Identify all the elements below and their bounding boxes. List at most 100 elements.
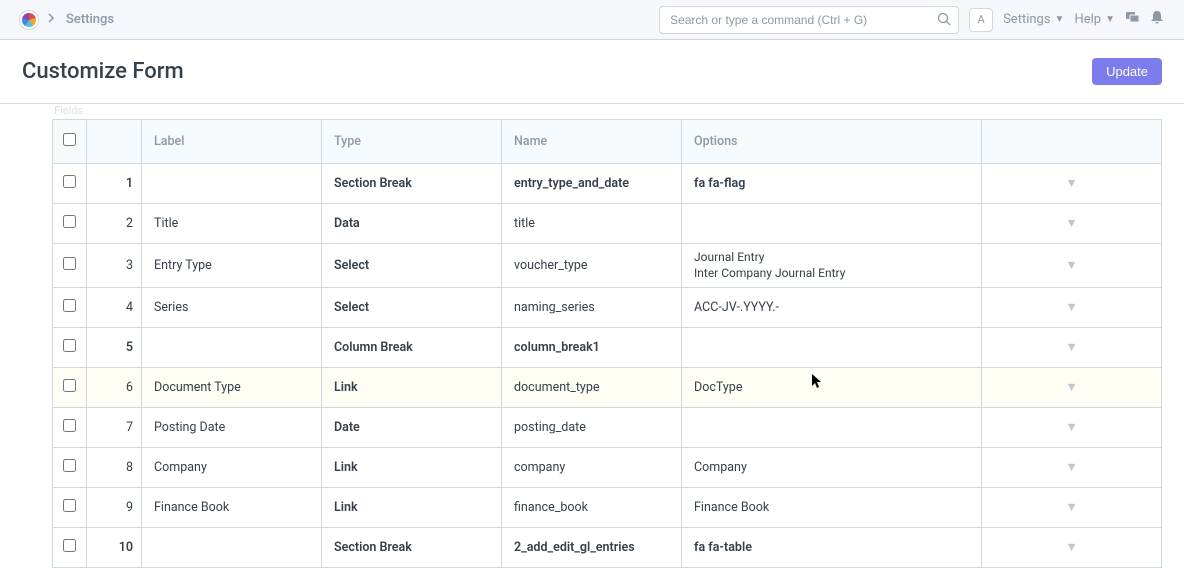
row-options[interactable]: Finance Book bbox=[682, 488, 982, 528]
row-checkbox-cell bbox=[53, 488, 87, 528]
row-options[interactable]: fa fa-flag bbox=[682, 164, 982, 204]
table-row[interactable]: 3Entry TypeSelectvoucher_typeJournal Ent… bbox=[53, 244, 1162, 288]
row-label[interactable] bbox=[142, 164, 322, 204]
row-name[interactable]: 2_add_edit_gl_entries bbox=[502, 528, 682, 568]
user-avatar[interactable]: A bbox=[969, 8, 993, 32]
row-options[interactable]: DocType bbox=[682, 368, 982, 408]
fields-table: Label Type Name Options 1Section Breaken… bbox=[52, 119, 1162, 568]
row-label[interactable]: Entry Type bbox=[142, 244, 322, 288]
row-name[interactable]: finance_book bbox=[502, 488, 682, 528]
row-name[interactable]: entry_type_and_date bbox=[502, 164, 682, 204]
table-row[interactable]: 4SeriesSelectnaming_seriesACC-JV-.YYYY.-… bbox=[53, 288, 1162, 328]
caret-down-icon[interactable]: ▼ bbox=[1065, 300, 1077, 315]
settings-dropdown[interactable]: Settings ▼ bbox=[1003, 12, 1064, 27]
caret-down-icon[interactable]: ▼ bbox=[1065, 176, 1077, 191]
row-checkbox[interactable] bbox=[63, 299, 76, 312]
row-checkbox-cell bbox=[53, 204, 87, 244]
row-name[interactable]: document_type bbox=[502, 368, 682, 408]
chevron-right-icon bbox=[48, 12, 56, 27]
table-row[interactable]: 5 Column Breakcolumn_break1 ▼ bbox=[53, 328, 1162, 368]
row-options[interactable]: fa fa-table bbox=[682, 528, 982, 568]
table-row[interactable]: 2TitleDatatitle ▼ bbox=[53, 204, 1162, 244]
row-type[interactable]: Link bbox=[322, 368, 502, 408]
row-index: 2 bbox=[87, 204, 142, 244]
row-type[interactable]: Date bbox=[322, 408, 502, 448]
table-row[interactable]: 6Document TypeLinkdocument_typeDocType▼ bbox=[53, 368, 1162, 408]
row-options[interactable]: ACC-JV-.YYYY.- bbox=[682, 288, 982, 328]
caret-down-icon[interactable]: ▼ bbox=[1065, 500, 1077, 515]
row-label[interactable] bbox=[142, 328, 322, 368]
row-label[interactable]: Document Type bbox=[142, 368, 322, 408]
row-label[interactable]: Finance Book bbox=[142, 488, 322, 528]
help-dropdown[interactable]: Help ▼ bbox=[1074, 12, 1115, 27]
row-options[interactable]: Journal EntryInter Company Journal Entry bbox=[682, 244, 982, 288]
row-actions: ▼ bbox=[982, 528, 1162, 568]
row-label[interactable]: Posting Date bbox=[142, 408, 322, 448]
caret-down-icon[interactable]: ▼ bbox=[1065, 460, 1077, 475]
row-options[interactable] bbox=[682, 204, 982, 244]
table-row[interactable]: 1Section Breakentry_type_and_datefa fa-f… bbox=[53, 164, 1162, 204]
caret-down-icon[interactable]: ▼ bbox=[1065, 380, 1077, 395]
row-checkbox[interactable] bbox=[63, 175, 76, 188]
row-checkbox[interactable] bbox=[63, 419, 76, 432]
row-options[interactable] bbox=[682, 408, 982, 448]
row-label[interactable] bbox=[142, 528, 322, 568]
select-all-checkbox[interactable] bbox=[63, 133, 76, 146]
table-row[interactable]: 10Section Break2_add_edit_gl_entriesfa f… bbox=[53, 528, 1162, 568]
update-button[interactable]: Update bbox=[1092, 58, 1162, 85]
row-type[interactable]: Section Break bbox=[322, 528, 502, 568]
table-row[interactable]: 7Posting DateDateposting_date▼ bbox=[53, 408, 1162, 448]
row-name[interactable]: posting_date bbox=[502, 408, 682, 448]
row-index: 9 bbox=[87, 488, 142, 528]
row-options[interactable] bbox=[682, 328, 982, 368]
row-index: 5 bbox=[87, 328, 142, 368]
caret-down-icon[interactable]: ▼ bbox=[1065, 420, 1077, 435]
row-type[interactable]: Select bbox=[322, 244, 502, 288]
row-name[interactable]: voucher_type bbox=[502, 244, 682, 288]
row-checkbox[interactable] bbox=[63, 339, 76, 352]
row-type[interactable]: Data bbox=[322, 204, 502, 244]
row-checkbox[interactable] bbox=[63, 499, 76, 512]
row-label[interactable]: Company bbox=[142, 448, 322, 488]
bell-icon[interactable] bbox=[1150, 10, 1164, 29]
row-type[interactable]: Select bbox=[322, 288, 502, 328]
row-type[interactable]: Section Break bbox=[322, 164, 502, 204]
app-logo[interactable] bbox=[20, 11, 38, 29]
caret-down-icon[interactable]: ▼ bbox=[1065, 216, 1077, 231]
header-type[interactable]: Type bbox=[322, 120, 502, 164]
chat-icon[interactable] bbox=[1125, 10, 1140, 29]
search-icon[interactable] bbox=[937, 12, 951, 30]
row-actions: ▼ bbox=[982, 328, 1162, 368]
table-row[interactable]: 8CompanyLinkcompanyCompany▼ bbox=[53, 448, 1162, 488]
row-name[interactable]: company bbox=[502, 448, 682, 488]
row-type[interactable]: Link bbox=[322, 488, 502, 528]
row-name[interactable]: column_break1 bbox=[502, 328, 682, 368]
row-actions: ▼ bbox=[982, 368, 1162, 408]
row-checkbox[interactable] bbox=[63, 539, 76, 552]
row-name[interactable]: naming_series bbox=[502, 288, 682, 328]
row-checkbox[interactable] bbox=[63, 215, 76, 228]
row-type[interactable]: Link bbox=[322, 448, 502, 488]
row-checkbox[interactable] bbox=[63, 379, 76, 392]
header-name[interactable]: Name bbox=[502, 120, 682, 164]
breadcrumb-settings[interactable]: Settings bbox=[66, 12, 114, 27]
search-input[interactable] bbox=[659, 6, 959, 34]
row-checkbox-cell bbox=[53, 448, 87, 488]
row-checkbox-cell bbox=[53, 368, 87, 408]
caret-down-icon[interactable]: ▼ bbox=[1065, 258, 1077, 273]
caret-down-icon: ▼ bbox=[1105, 14, 1115, 25]
header-options[interactable]: Options bbox=[682, 120, 982, 164]
row-type[interactable]: Column Break bbox=[322, 328, 502, 368]
caret-down-icon[interactable]: ▼ bbox=[1065, 540, 1077, 555]
caret-down-icon[interactable]: ▼ bbox=[1065, 340, 1077, 355]
row-label[interactable]: Title bbox=[142, 204, 322, 244]
header-label[interactable]: Label bbox=[142, 120, 322, 164]
row-name[interactable]: title bbox=[502, 204, 682, 244]
row-label[interactable]: Series bbox=[142, 288, 322, 328]
row-actions: ▼ bbox=[982, 288, 1162, 328]
row-index: 3 bbox=[87, 244, 142, 288]
table-row[interactable]: 9Finance BookLinkfinance_bookFinance Boo… bbox=[53, 488, 1162, 528]
row-checkbox[interactable] bbox=[63, 459, 76, 472]
row-options[interactable]: Company bbox=[682, 448, 982, 488]
row-checkbox[interactable] bbox=[63, 257, 76, 270]
